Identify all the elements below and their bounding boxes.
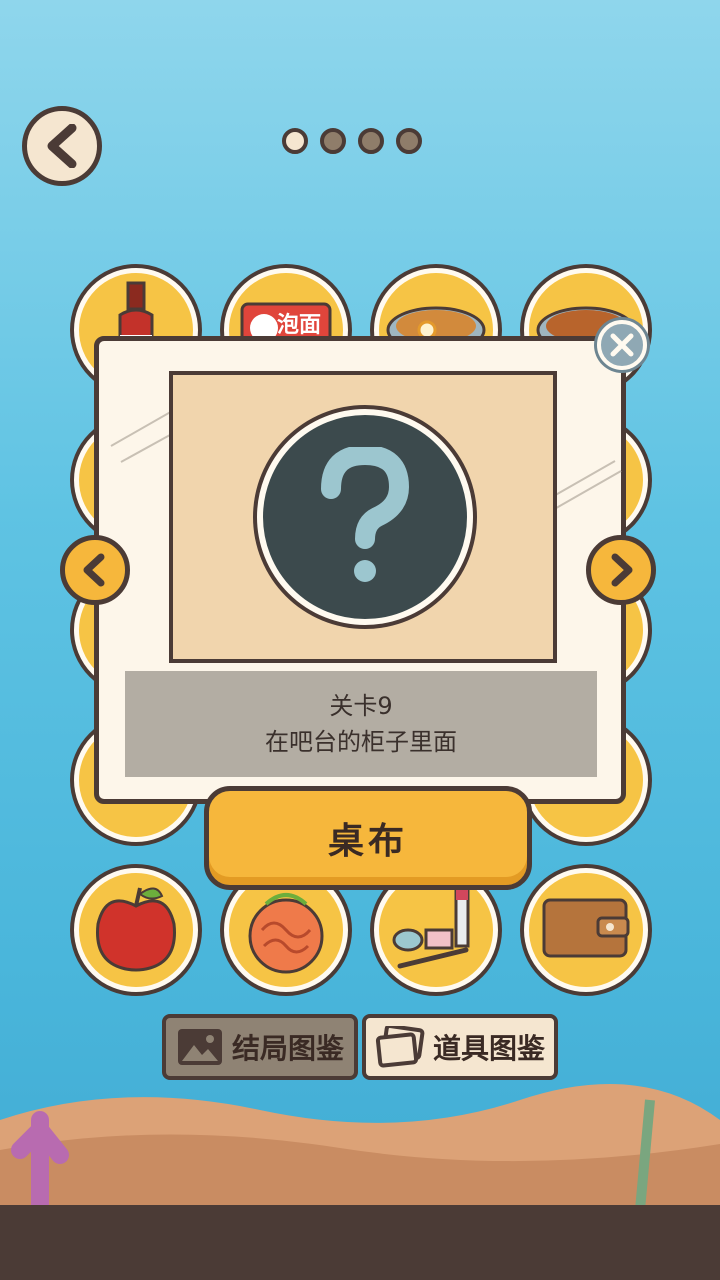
page-dot-4[interactable]	[396, 128, 422, 154]
hint-location: 在吧台的柜子里面	[265, 728, 457, 756]
ground-bar	[0, 1205, 720, 1280]
question-mark-icon	[321, 447, 410, 582]
brain-coral-icon	[248, 893, 324, 974]
hint-level: 关卡9	[329, 692, 393, 720]
wallet-icon	[542, 898, 630, 958]
tab-ending-gallery[interactable]: 结局图鉴	[162, 1014, 358, 1080]
seabed-background	[0, 1084, 720, 1210]
page-dot-3[interactable]	[358, 128, 384, 154]
tab-ending-gallery-label: 结局图鉴	[231, 1032, 344, 1065]
chevron-right-icon	[611, 553, 633, 587]
chevron-left-icon	[83, 553, 105, 587]
prev-item-button[interactable]	[60, 535, 130, 605]
next-item-button[interactable]	[586, 535, 656, 605]
item-detail-modal: 关卡9 在吧台的柜子里面	[94, 336, 626, 804]
item-name-button[interactable]: 桌布	[204, 786, 532, 890]
item-wallet[interactable]	[524, 868, 648, 992]
page-indicator	[282, 128, 422, 154]
close-button[interactable]	[597, 320, 647, 370]
mystery-item-circle	[257, 409, 473, 625]
tab-item-gallery[interactable]: 道具图鉴	[362, 1014, 558, 1080]
back-button[interactable]	[22, 106, 102, 186]
image-icon	[177, 1029, 222, 1065]
page-dot-2[interactable]	[320, 128, 346, 154]
page-dot-1[interactable]	[282, 128, 308, 154]
close-icon	[610, 333, 634, 357]
photos-icon	[375, 1026, 425, 1068]
item-apple[interactable]	[74, 868, 198, 992]
noodle-pack-label: 泡面	[277, 313, 322, 338]
hint-box: 关卡9 在吧台的柜子里面	[125, 671, 597, 777]
item-image-frame	[169, 371, 557, 663]
chevron-left-icon	[47, 124, 77, 168]
tab-item-gallery-label: 道具图鉴	[432, 1032, 545, 1065]
apple-icon	[96, 887, 176, 972]
makeup-kit-icon	[392, 888, 470, 969]
